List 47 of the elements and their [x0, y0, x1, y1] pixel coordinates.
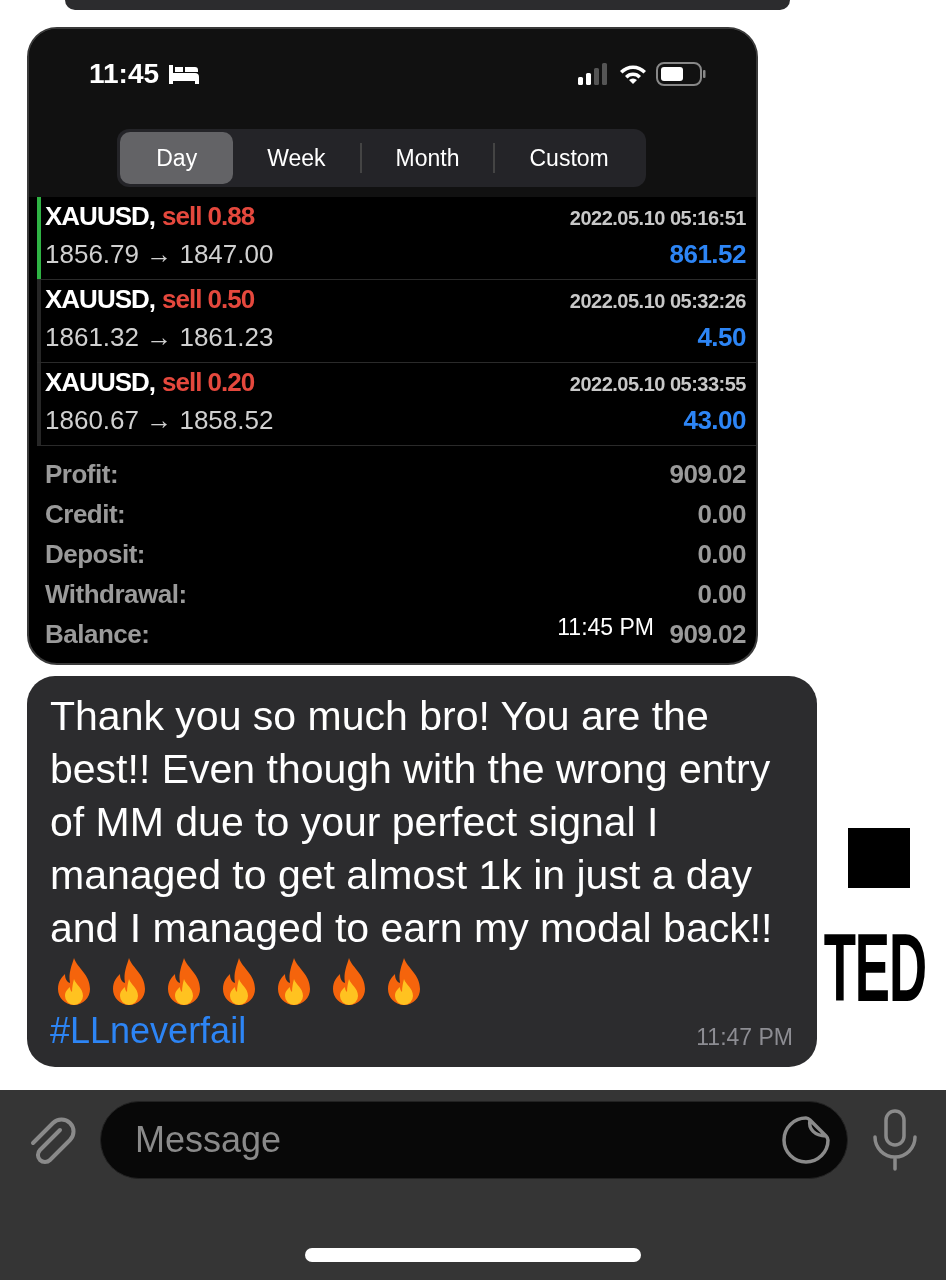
summary-label: Deposit:	[45, 538, 145, 570]
message-text: Thank you so much bro! You are the best!! Even though with the wrong entry of MM due to your perfect signal I managed to get almost 1k in just a day and I managed to earn my modal back!!	[50, 692, 774, 953]
trade-profit: 43.00	[683, 405, 746, 436]
message-time: 11:47 PM	[696, 1024, 793, 1052]
summary-label: Balance:	[45, 618, 150, 650]
period-tab[interactable]: Month	[361, 132, 494, 184]
microphone-icon[interactable]	[870, 1109, 920, 1171]
trade-prices: 1861.32 → 1861.23	[45, 322, 274, 353]
summary-label: Withdrawal:	[45, 578, 187, 610]
trade-side: sell 0.20	[162, 367, 255, 398]
trade-prices: 1856.79 → 1847.00	[45, 239, 274, 270]
background-bar	[848, 828, 910, 888]
bed-icon	[167, 63, 202, 85]
summary-label: Profit:	[45, 458, 119, 490]
summary-value: 0.00	[697, 498, 746, 530]
trade-time: 2022.05.10 05:16:51	[569, 207, 746, 230]
trade-symbol: XAUUSD,	[45, 201, 155, 232]
period-tab[interactable]: Day	[120, 132, 234, 184]
summary-value: 0.00	[697, 538, 746, 570]
battery-icon	[656, 62, 706, 86]
screenshot-card[interactable]	[27, 27, 758, 665]
status-time: 11:45	[89, 58, 160, 90]
summary-value: 909.02	[669, 618, 746, 650]
period-tab[interactable]: Custom	[495, 132, 643, 184]
signal-icon	[578, 63, 610, 85]
trade-time: 2022.05.10 05:32:26	[569, 290, 746, 313]
message-input[interactable]: Message	[133, 1118, 781, 1162]
trade-row[interactable]: XAUUSD, sell 0.88 2022.05.10 05:16:51 1856.79 → 1847.00 861.52	[37, 197, 756, 280]
trade-side: sell 0.88	[162, 201, 255, 232]
summary-value: 0.00	[697, 578, 746, 610]
trade-profit: 861.52	[669, 239, 746, 270]
trade-symbol: XAUUSD,	[45, 367, 155, 398]
trade-row[interactable]: XAUUSD, sell 0.20 2022.05.10 05:33:55 1860.67 → 1858.52 43.00	[37, 363, 756, 446]
trade-row[interactable]: XAUUSD, sell 0.50 2022.05.10 05:32:26 1861.32 → 1861.23 4.50	[37, 280, 756, 363]
hashtag-link[interactable]: #LLneverfail	[50, 1007, 247, 1055]
sticker-icon[interactable]	[781, 1115, 831, 1165]
trade-profit: 4.50	[697, 322, 746, 353]
trade-side: sell 0.50	[162, 284, 255, 315]
summary-value: 909.02	[669, 458, 746, 490]
trade-prices: 1860.67 → 1858.52	[45, 405, 274, 436]
trade-symbol: XAUUSD,	[45, 284, 155, 315]
summary-label: Credit:	[45, 498, 126, 530]
period-tab[interactable]: Week	[233, 132, 360, 184]
background-text: TED	[823, 920, 926, 1016]
trade-time: 2022.05.10 05:33:55	[569, 373, 746, 396]
wifi-icon	[618, 63, 648, 85]
message-field[interactable]: Message	[100, 1101, 848, 1179]
